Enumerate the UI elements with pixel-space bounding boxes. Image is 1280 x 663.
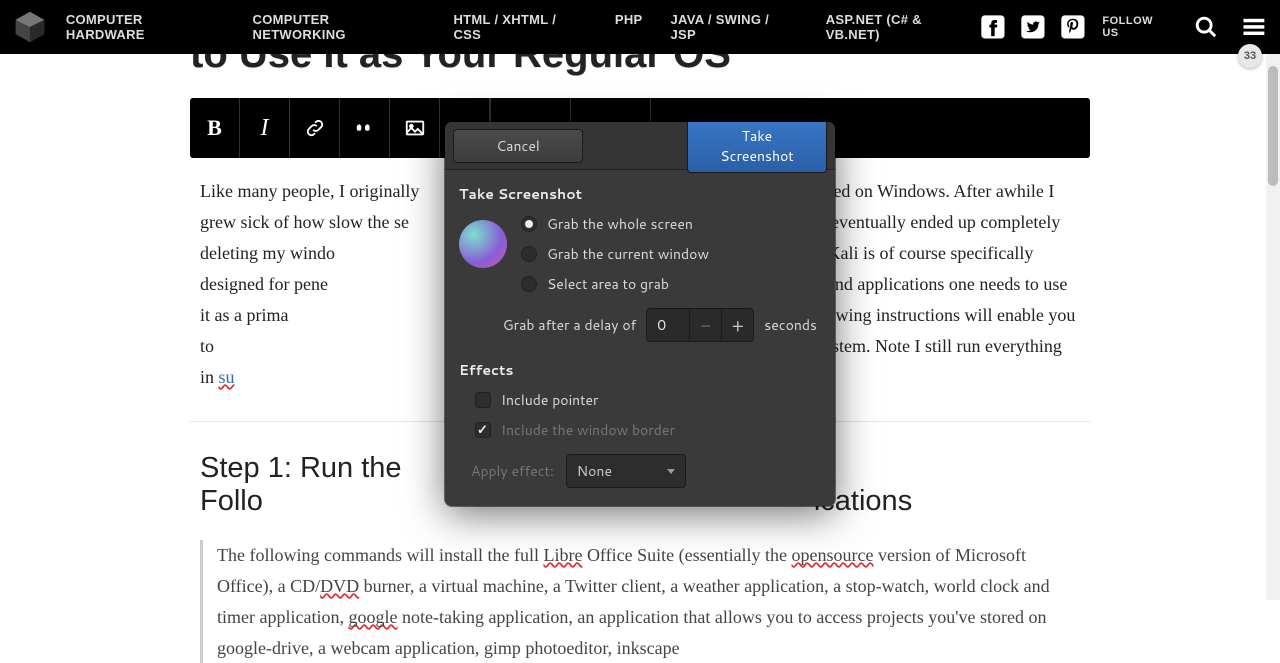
radio-label: Select area to grab xyxy=(547,274,669,294)
radio-icon xyxy=(521,246,537,262)
image-button[interactable] xyxy=(390,98,440,158)
dialog-body: Take Screenshot Grab the whole screen Gr… xyxy=(445,170,835,506)
delay-decrement-button[interactable]: − xyxy=(689,308,721,342)
take-screenshot-button[interactable]: Take Screenshot xyxy=(687,122,827,173)
nav-links: COMPUTER HARDWARE COMPUTER NETWORKING HT… xyxy=(66,12,979,42)
screenshot-mode-group: Grab the whole screen Grab the current w… xyxy=(459,214,821,294)
nav-item-aspnet[interactable]: ASP.NET (C# & VB.NET) xyxy=(826,12,979,42)
nav-item-html[interactable]: HTML / XHTML / CSS xyxy=(453,12,586,42)
search-icon[interactable] xyxy=(1192,13,1220,41)
scrollbar-track[interactable] xyxy=(1266,54,1280,600)
checkbox-icon xyxy=(475,392,491,408)
nav-item-java[interactable]: JAVA / SWING / JSP xyxy=(671,12,798,42)
notification-badge[interactable]: 33 xyxy=(1238,44,1262,68)
effects-section-title: Effects xyxy=(459,360,821,380)
dialog-header: Cancel Take Screenshot xyxy=(445,122,835,170)
radio-select-area[interactable]: Select area to grab xyxy=(521,274,709,294)
delay-label: Grab after a delay of xyxy=(503,315,637,335)
spell-opensource: opensource xyxy=(792,545,874,565)
delay-input[interactable] xyxy=(647,315,689,335)
radio-current-window[interactable]: Grab the current window xyxy=(521,244,709,264)
delay-unit-label: seconds xyxy=(764,315,817,335)
nav-item-php[interactable]: PHP xyxy=(615,12,643,42)
checkbox-label: Include the window border xyxy=(501,420,675,440)
su-link[interactable]: su xyxy=(219,367,235,387)
top-navbar: COMPUTER HARDWARE COMPUTER NETWORKING HT… xyxy=(0,0,1280,54)
spell-libre: Libre xyxy=(543,545,582,565)
chevron-down-icon xyxy=(667,469,675,474)
site-logo[interactable] xyxy=(12,9,48,45)
screenshot-app-icon xyxy=(459,220,507,268)
nav-item-hardware[interactable]: COMPUTER HARDWARE xyxy=(66,12,225,42)
apply-effect-row: Apply effect: None xyxy=(471,454,821,488)
nav-right: FOLLOW US xyxy=(979,13,1268,41)
facebook-icon[interactable] xyxy=(979,13,1007,41)
cancel-button[interactable]: Cancel xyxy=(453,129,583,163)
checkbox-icon xyxy=(475,422,491,438)
pinterest-icon[interactable] xyxy=(1059,13,1087,41)
radio-icon xyxy=(521,276,537,292)
command-quote-block: The following commands will install the … xyxy=(200,540,1080,663)
bold-button[interactable]: B xyxy=(190,98,240,158)
delay-spinbox: − + xyxy=(646,308,754,342)
spell-dvd: DVD xyxy=(320,576,359,596)
radio-label: Grab the current window xyxy=(547,244,709,264)
apply-effect-dropdown[interactable]: None xyxy=(566,454,686,488)
link-button[interactable] xyxy=(290,98,340,158)
checkbox-include-border[interactable]: Include the window border xyxy=(475,420,821,440)
checkbox-label: Include pointer xyxy=(501,390,599,410)
apply-effect-label: Apply effect: xyxy=(471,461,554,481)
delay-row: Grab after a delay of − + seconds xyxy=(459,308,821,342)
scrollbar-thumb[interactable] xyxy=(1268,66,1278,186)
quote-button[interactable] xyxy=(340,98,390,158)
spell-google: google xyxy=(348,607,397,627)
twitter-icon[interactable] xyxy=(1019,13,1047,41)
radio-whole-screen[interactable]: Grab the whole screen xyxy=(521,214,709,234)
screenshot-dialog: Cancel Take Screenshot Take Screenshot G… xyxy=(445,122,835,506)
hamburger-menu-icon[interactable] xyxy=(1240,13,1268,41)
radio-icon xyxy=(521,216,537,232)
nav-item-networking[interactable]: COMPUTER NETWORKING xyxy=(253,12,426,42)
dropdown-value: None xyxy=(577,461,612,481)
follow-us-label: FOLLOW US xyxy=(1102,15,1172,39)
italic-button[interactable]: I xyxy=(240,98,290,158)
checkbox-include-pointer[interactable]: Include pointer xyxy=(475,390,821,410)
radio-label: Grab the whole screen xyxy=(547,214,693,234)
take-screenshot-section-title: Take Screenshot xyxy=(459,184,821,204)
delay-increment-button[interactable]: + xyxy=(721,308,753,342)
